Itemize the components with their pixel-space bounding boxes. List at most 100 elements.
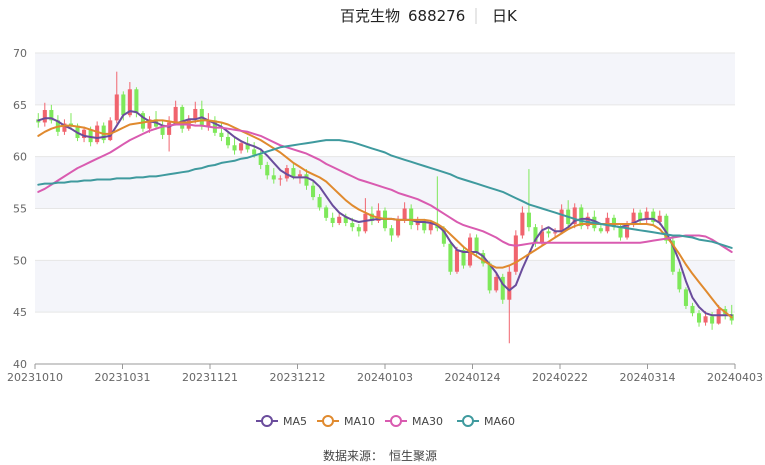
candle-body (507, 271, 512, 300)
source-label: 数据来源： (323, 448, 383, 463)
candlestick-chart: 百克生物 688276 日K 40455055606570 20231010 20… (7, 7, 763, 463)
y-tick-label: 60 (13, 151, 27, 164)
candle-body (225, 136, 231, 146)
candle-body (389, 228, 394, 236)
y-tick-label: 45 (13, 306, 27, 319)
candle-body (173, 106, 178, 123)
plot-band (35, 104, 735, 157)
candle-body (232, 145, 237, 151)
stock-code: 688276 (408, 7, 465, 25)
candle-body (710, 316, 715, 324)
y-tick-label: 70 (13, 47, 27, 60)
candle-body (337, 216, 342, 224)
plot-band (35, 156, 735, 209)
x-tick-label: 20231010 (7, 371, 63, 384)
x-axis: 20231010 20231031 20231121 20231212 20240103… (7, 363, 763, 384)
candle (500, 273, 505, 304)
legend-item-ma10[interactable]: MA10 (317, 415, 375, 428)
candle-body (291, 168, 296, 177)
candle (180, 104, 185, 133)
legend-item-ma30[interactable]: MA30 (385, 415, 443, 428)
candle-body (271, 175, 276, 180)
candle-body (330, 217, 335, 224)
x-tick-label: 20240314 (620, 371, 676, 384)
candle-body (219, 132, 224, 137)
y-axis: 40 45 50 55 60 65 70 (13, 47, 27, 371)
candle-body (134, 89, 139, 114)
candle-body (690, 305, 695, 314)
candle (448, 241, 453, 275)
candle-body (520, 212, 525, 236)
x-tick-label: 20231031 (95, 371, 151, 384)
legend-swatch-marker (261, 415, 273, 427)
candle-body (114, 94, 119, 121)
y-tick-label: 40 (13, 358, 27, 371)
candle (108, 117, 113, 142)
legend-item-ma60[interactable]: MA60 (457, 415, 515, 428)
legend-swatch-marker (322, 415, 334, 427)
x-tick-label: 20240124 (445, 371, 501, 384)
candle-body (454, 249, 459, 272)
candle-body (546, 231, 551, 234)
legend-label: MA5 (283, 415, 307, 428)
y-tick-label: 50 (13, 254, 27, 267)
candle-body (278, 178, 283, 180)
legend-label: MA30 (412, 415, 443, 428)
candle-body (474, 237, 479, 254)
candle-body (265, 164, 270, 176)
legend-label: MA10 (344, 415, 375, 428)
legend-swatch-marker (462, 415, 474, 427)
candle-body (696, 313, 702, 323)
x-tick-label: 20231212 (270, 371, 326, 384)
candle-body (703, 316, 708, 323)
candle-body (618, 227, 623, 238)
candle-body (428, 224, 433, 231)
legend: MA5 MA10 MA30 MA60 (256, 415, 515, 428)
legend-label: MA60 (484, 415, 515, 428)
y-tick-label: 55 (13, 203, 27, 216)
candle-body (716, 309, 721, 324)
candle-body (324, 207, 329, 218)
candle (677, 268, 682, 293)
candle-body (402, 208, 407, 220)
candle-body (317, 197, 322, 208)
chart-title: 百克生物 688276 日K (340, 7, 518, 25)
y-tick-label: 65 (13, 99, 27, 112)
candle-body (526, 212, 531, 228)
x-tick-label: 20231121 (182, 371, 238, 384)
candle-body (42, 110, 47, 123)
candle-body (448, 243, 453, 272)
period-label: 日K (492, 7, 518, 25)
candle-body (513, 235, 518, 272)
candle-body (409, 208, 414, 226)
candle-body (193, 108, 198, 120)
x-tick-label: 20240222 (532, 371, 588, 384)
candle-body (559, 209, 564, 233)
candle-body (121, 94, 126, 116)
candle-body (625, 225, 630, 238)
candle-body (598, 228, 603, 232)
candle-body (167, 122, 172, 135)
candle-body (683, 289, 688, 306)
candle (683, 287, 688, 310)
candle-body (252, 149, 257, 155)
candle-body (553, 232, 558, 234)
candle-body (350, 223, 355, 228)
candle-body (363, 213, 368, 232)
legend-item-ma5[interactable]: MA5 (256, 415, 307, 428)
data-source: 数据来源： 恒生聚源 (323, 448, 437, 463)
stock-name: 百克生物 (340, 7, 400, 25)
plot-band (35, 53, 735, 105)
plot-band (35, 312, 735, 364)
source-value: 恒生聚源 (389, 449, 437, 463)
plot-band (35, 260, 735, 313)
candle-body (494, 276, 499, 291)
candle-body (239, 143, 244, 151)
candle-body (396, 219, 401, 236)
x-tick-label: 20240403 (707, 371, 763, 384)
candle-body (304, 174, 309, 186)
candle-body (311, 185, 316, 198)
candle-body (297, 174, 302, 177)
candle-body (258, 154, 263, 165)
x-tick-label: 20240103 (357, 371, 413, 384)
